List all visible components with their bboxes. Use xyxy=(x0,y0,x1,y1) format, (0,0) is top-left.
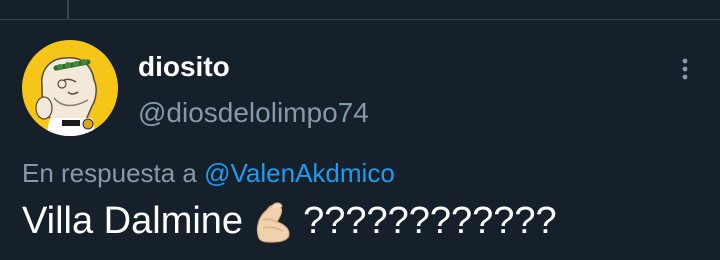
tweet-divider xyxy=(0,19,720,20)
thread-connector-line xyxy=(67,0,69,19)
more-options-button[interactable] xyxy=(668,52,702,86)
pinched-fingers-emoji-icon xyxy=(251,198,297,244)
reply-prefix: En respuesta a xyxy=(22,158,197,188)
tweet-text: Villa Dalmine ???????????? xyxy=(22,198,557,244)
reply-context: En respuesta a @ValenAkdmico xyxy=(22,157,395,189)
more-options-icon xyxy=(682,58,688,80)
avatar-image xyxy=(22,40,118,136)
reply-mention-link[interactable]: @ValenAkdmico xyxy=(204,158,395,188)
user-handle[interactable]: @diosdelolimpo74 xyxy=(138,96,369,130)
avatar[interactable] xyxy=(22,40,118,136)
display-name[interactable]: diosito xyxy=(138,50,230,84)
tweet-text-suffix: ???????????? xyxy=(303,200,557,242)
tweet-text-main: Villa Dalmine xyxy=(22,200,244,242)
